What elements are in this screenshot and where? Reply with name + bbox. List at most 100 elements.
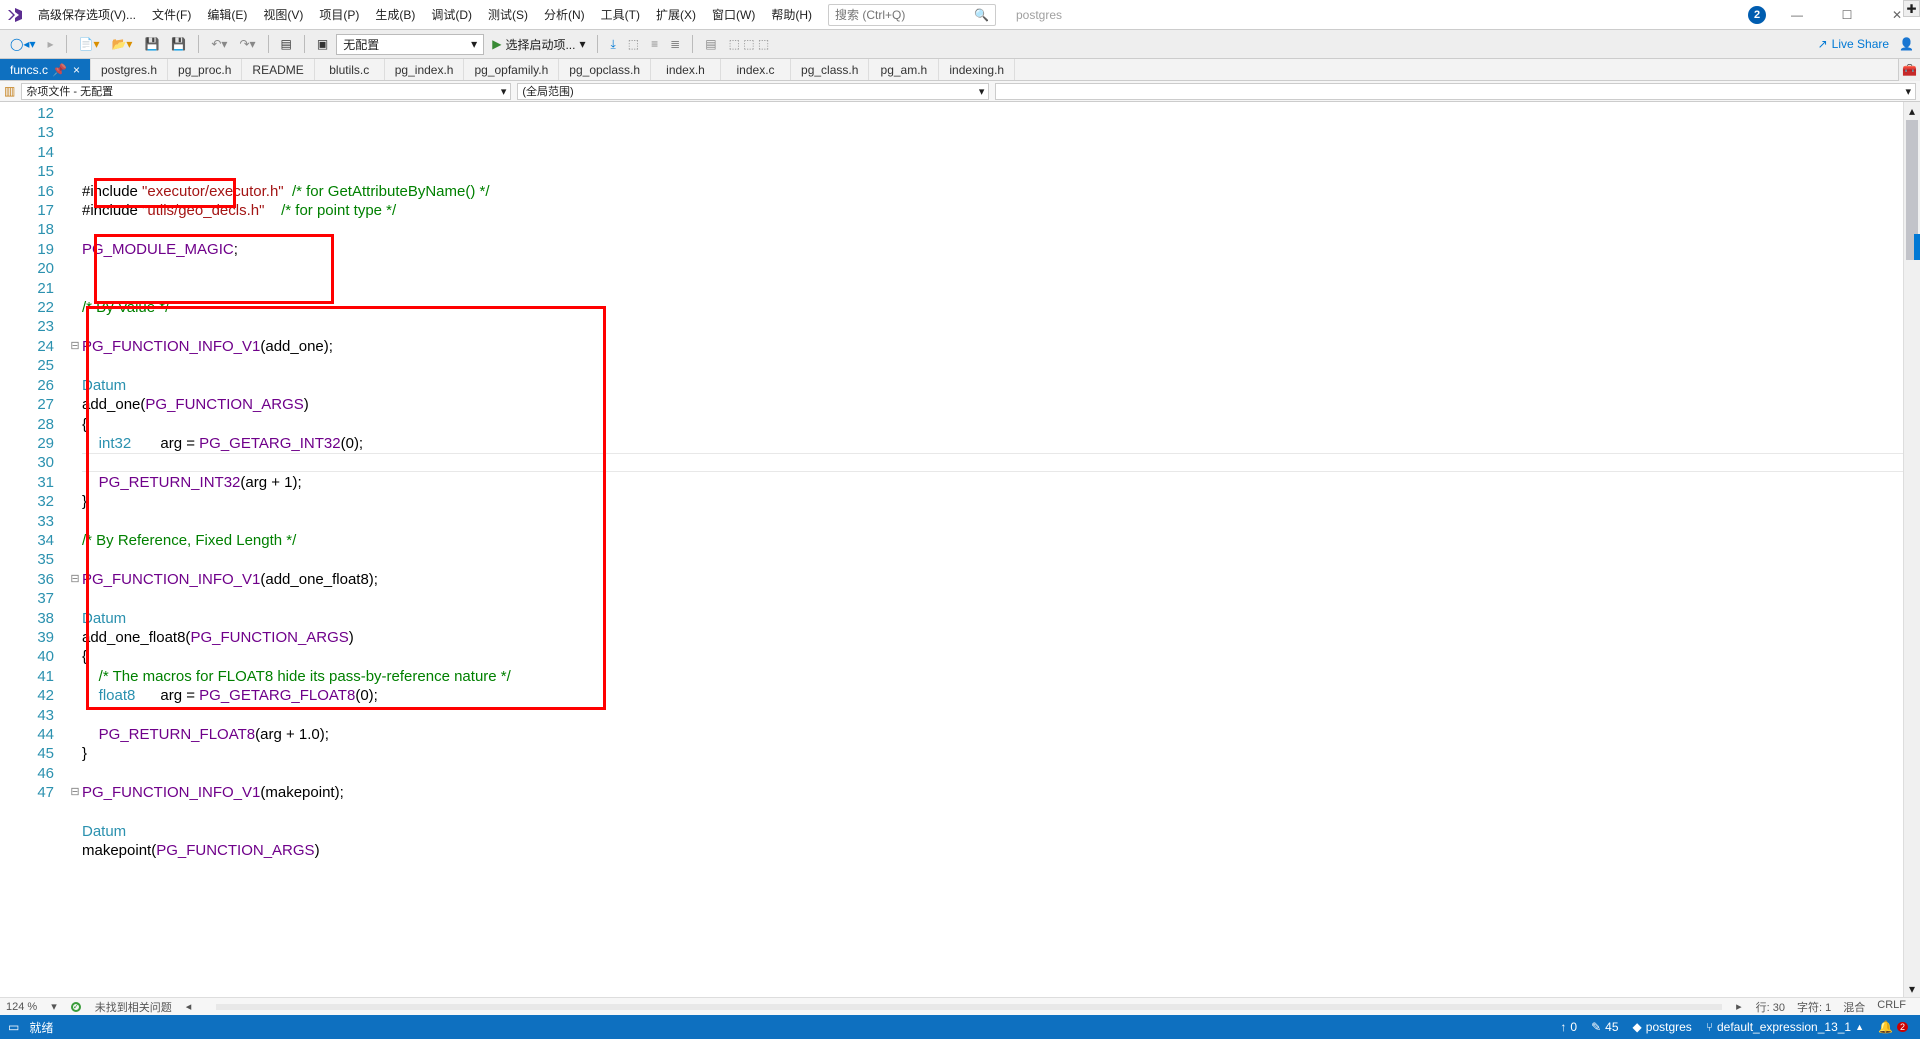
menu-8[interactable]: 分析(N): [536, 2, 593, 27]
caret-line: 行: 30: [1756, 999, 1785, 1015]
toolbox-button[interactable]: 🧰: [1898, 59, 1920, 81]
start-label: 选择启动项...: [505, 36, 575, 53]
menu-6[interactable]: 调试(D): [423, 2, 480, 27]
redo-button[interactable]: ↷▾: [235, 35, 259, 53]
maximize-button[interactable]: ☐: [1828, 1, 1866, 29]
back-button[interactable]: ◯◂▾: [6, 35, 39, 53]
status-bar: ▭ 就绪 ↑0 ✎45 ◆postgres ⑂default_expressio…: [0, 1015, 1920, 1039]
save-button[interactable]: 💾: [140, 35, 163, 53]
tab-index-h[interactable]: index.h: [651, 59, 721, 80]
zoom-level[interactable]: 124 %: [6, 1001, 37, 1013]
tab-pg_proc-h[interactable]: pg_proc.h: [168, 59, 242, 80]
h-scrollbar[interactable]: [216, 1004, 1722, 1010]
menu-10[interactable]: 扩展(X): [648, 2, 704, 27]
live-share-label: Live Share: [1832, 37, 1889, 51]
pin-icon[interactable]: 📌: [52, 63, 67, 77]
minimize-button[interactable]: —: [1778, 1, 1816, 29]
menu-7[interactable]: 测试(S): [480, 2, 536, 27]
notification-badge[interactable]: 2: [1748, 6, 1766, 24]
caret-col: 字符: 1: [1797, 999, 1831, 1015]
notifications-button[interactable]: 🔔2: [1878, 1020, 1908, 1034]
open-file-button[interactable]: 📂▾: [107, 35, 136, 53]
status-ready: 就绪: [29, 1019, 53, 1036]
output-icon[interactable]: ▭: [8, 1020, 19, 1034]
close-icon[interactable]: ×: [73, 63, 80, 77]
step-button-3[interactable]: ≡: [647, 35, 662, 53]
line-ending[interactable]: CRLF: [1877, 999, 1906, 1015]
code-content[interactable]: #include "executor/executor.h" /* for Ge…: [82, 102, 1903, 997]
tab-pg_opfamily-h[interactable]: pg_opfamily.h: [464, 59, 559, 80]
search-icon: 🔍: [974, 8, 989, 22]
arrow-up-icon: ↑: [1560, 1020, 1566, 1034]
editor-info-bar: 124 % ▾ 未找到相关问题 ◂ ▸ 行: 30 字符: 1 混合 CRLF: [0, 997, 1920, 1015]
source-control-changes[interactable]: ✎45: [1591, 1020, 1618, 1034]
tab-blutils-c[interactable]: blutils.c: [315, 59, 385, 80]
toolbar: ◯◂▾ ▸ 📄▾ 📂▾ 💾 💾 ↶▾ ↷▾ ▤ ▣ 无配置▾ ▶ 选择启动项..…: [0, 29, 1920, 59]
symbol-scope-dropdown[interactable]: (全局范围)▾: [517, 83, 989, 100]
branch-icon: ⑂: [1706, 1020, 1713, 1034]
document-tabs: funcs.c📌×postgres.hpg_proc.hREADMEblutil…: [0, 59, 1920, 81]
step-button-4[interactable]: ≣: [666, 35, 684, 53]
scrollbar-change-marker: [1914, 234, 1920, 260]
navigation-bar: ▥ 杂项文件 - 无配置▾ (全局范围)▾ ▾ ✚: [0, 81, 1920, 102]
menu-11[interactable]: 窗口(W): [704, 2, 763, 27]
tab-postgres-h[interactable]: postgres.h: [91, 59, 168, 80]
menu-1[interactable]: 文件(F): [144, 2, 199, 27]
indentation-mode[interactable]: 混合: [1843, 999, 1865, 1015]
scroll-down-button[interactable]: ▾: [1904, 980, 1920, 997]
start-debug-button[interactable]: ▶ 选择启动项... ▾: [488, 36, 589, 53]
admin-icon[interactable]: 👤: [1899, 37, 1914, 51]
menu-0[interactable]: 高级保存选项(V)...: [30, 2, 144, 27]
tab-funcs-c[interactable]: funcs.c📌×: [0, 59, 91, 80]
code-editor[interactable]: 1213141516171819202122232425262728293031…: [0, 102, 1920, 997]
undo-button[interactable]: ↶▾: [207, 35, 231, 53]
tab-indexing-h[interactable]: indexing.h: [939, 59, 1015, 80]
split-editor-button[interactable]: ✚: [1903, 0, 1920, 17]
repository-name[interactable]: ◆postgres: [1633, 1020, 1692, 1034]
properties-button[interactable]: ▤: [277, 35, 296, 53]
repo-icon: ◆: [1633, 1020, 1642, 1034]
menu-9[interactable]: 工具(T): [593, 2, 648, 27]
member-dropdown[interactable]: ▾: [995, 83, 1916, 100]
tab-pg_index-h[interactable]: pg_index.h: [385, 59, 465, 80]
menu-4[interactable]: 项目(P): [311, 2, 367, 27]
fold-column[interactable]: ⊟ ⊟ ⊟: [68, 102, 82, 997]
no-issues-icon: [71, 1002, 81, 1012]
bell-icon: 🔔: [1878, 1020, 1893, 1034]
menubar: 高级保存选项(V)...文件(F)编辑(E)视图(V)项目(P)生成(B)调试(…: [0, 0, 1920, 29]
step-button-1[interactable]: ⤓: [606, 35, 619, 54]
play-icon: ▶: [492, 37, 501, 51]
vs-logo-icon: [6, 6, 24, 24]
pencil-icon: ✎: [1591, 1020, 1601, 1034]
issues-text[interactable]: 未找到相关问题: [95, 999, 172, 1015]
tab-pg_opclass-h[interactable]: pg_opclass.h: [559, 59, 651, 80]
step-button-2[interactable]: ⬚: [624, 35, 643, 53]
project-scope-label: 杂项文件 - 无配置: [26, 83, 113, 99]
live-share-icon: ↗: [1818, 37, 1828, 51]
comment-button[interactable]: ▤: [701, 35, 720, 53]
search-input[interactable]: [835, 8, 965, 22]
save-all-button[interactable]: 💾: [167, 35, 190, 53]
scroll-up-button[interactable]: ▴: [1904, 102, 1920, 119]
menu-2[interactable]: 编辑(E): [199, 2, 255, 27]
notification-count: 2: [1897, 1022, 1908, 1032]
forward-button[interactable]: ▸: [43, 35, 57, 53]
preview-button[interactable]: ▣: [313, 35, 332, 53]
search-box[interactable]: 🔍: [828, 4, 996, 26]
live-share-button[interactable]: ↗ Live Share: [1818, 37, 1889, 51]
project-scope-dropdown[interactable]: 杂项文件 - 无配置▾: [21, 83, 511, 100]
menu-3[interactable]: 视图(V): [255, 2, 311, 27]
source-control-outgoing[interactable]: ↑0: [1560, 1020, 1577, 1034]
menu-12[interactable]: 帮助(H): [763, 2, 820, 27]
tab-pg_class-h[interactable]: pg_class.h: [791, 59, 869, 80]
config-dropdown[interactable]: 无配置▾: [336, 34, 484, 55]
new-file-button[interactable]: 📄▾: [75, 35, 104, 53]
tab-README[interactable]: README: [242, 59, 314, 80]
line-number-gutter: 1213141516171819202122232425262728293031…: [0, 102, 68, 997]
branch-name[interactable]: ⑂default_expression_13_1▲: [1706, 1020, 1864, 1034]
symbol-scope-label: (全局范围): [522, 83, 573, 99]
uncomment-button[interactable]: ⬚ ⬚ ⬚: [725, 35, 774, 53]
menu-5[interactable]: 生成(B): [367, 2, 423, 27]
tab-index-c[interactable]: index.c: [721, 59, 791, 80]
tab-pg_am-h[interactable]: pg_am.h: [869, 59, 939, 80]
